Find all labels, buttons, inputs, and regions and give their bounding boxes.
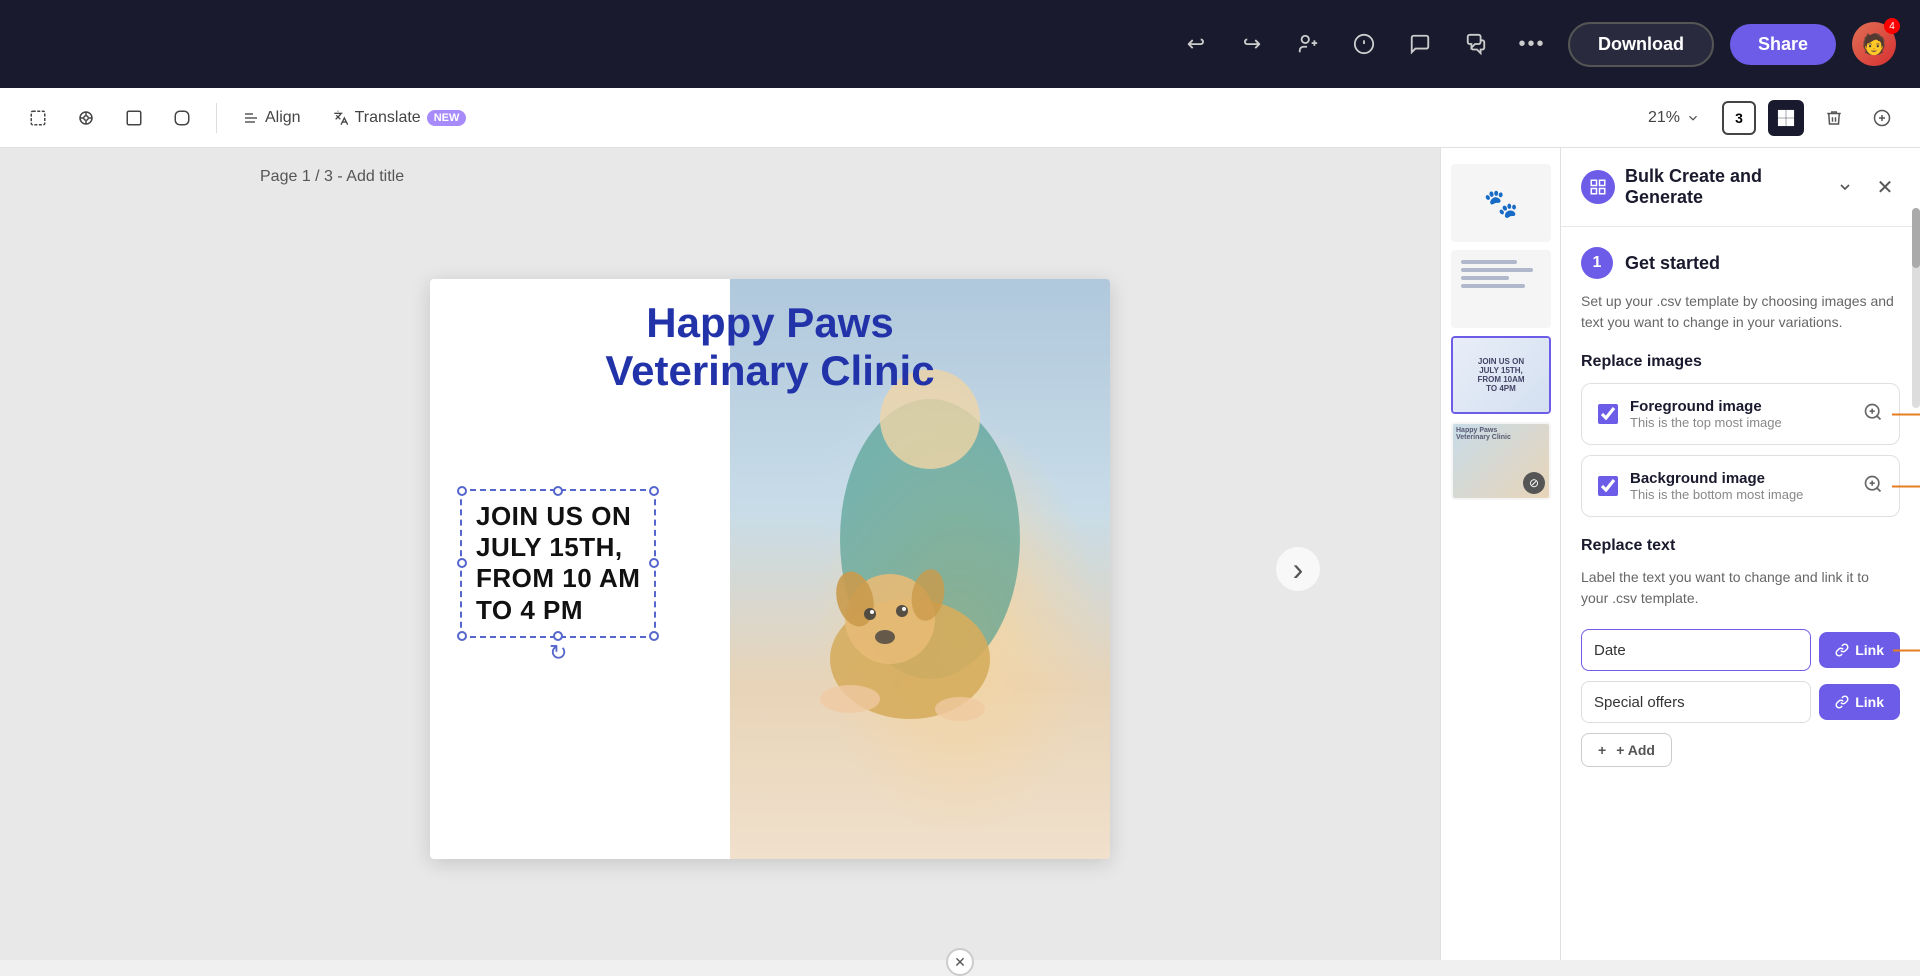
step-header: 1 Get started	[1581, 247, 1900, 279]
background-info: Background image This is the bottom most…	[1630, 470, 1851, 502]
align-button[interactable]: Align	[233, 103, 311, 133]
thumbnails-panel: 🐾 JOIN US ONJULY 15TH,FROM 10AMTO 4PM Ha…	[1440, 148, 1560, 960]
step-title: Get started	[1625, 253, 1720, 274]
thumbnail-4[interactable]: Happy PawsVeterinary Clinic ⊘	[1451, 422, 1551, 500]
scrollbar[interactable]	[1912, 208, 1920, 408]
background-image-option: Background image This is the bottom most…	[1581, 455, 1900, 517]
handle-bl[interactable]	[457, 631, 467, 641]
thumb-lines-content	[1453, 252, 1549, 300]
more-button[interactable]: •••	[1512, 24, 1552, 64]
handle-tr[interactable]	[649, 486, 659, 496]
delete-button[interactable]	[1816, 100, 1852, 136]
date-input-row: Link C	[1581, 629, 1900, 671]
layout-tool-active[interactable]	[1768, 100, 1804, 136]
step-number: 1	[1581, 247, 1613, 279]
select-tool[interactable]	[20, 100, 56, 136]
thumb-overlay-icon: ⊘	[1523, 472, 1545, 494]
thumbnail-1[interactable]: 🐾	[1451, 164, 1551, 242]
add-button[interactable]	[1864, 100, 1900, 136]
notification-badge: 4	[1884, 18, 1900, 34]
thumb-preview-content: JOIN US ONJULY 15TH,FROM 10AMTO 4PM	[1453, 338, 1549, 412]
avatar[interactable]: 🧑 4	[1852, 22, 1896, 66]
background-title: Background image	[1630, 470, 1851, 487]
zoom-control[interactable]: 21%	[1638, 103, 1710, 133]
handle-tm[interactable]	[553, 486, 563, 496]
handle-tl[interactable]	[457, 486, 467, 496]
panel-body: 1 Get started Set up your .csv template …	[1561, 227, 1920, 960]
add-field-row: + + Add	[1581, 733, 1900, 767]
redo-button[interactable]: ↪	[1232, 24, 1272, 64]
background-subtitle: This is the bottom most image	[1630, 487, 1851, 502]
download-button[interactable]: Download	[1568, 22, 1714, 67]
canvas-content: Happy Paws Veterinary Clinic JOIN US O	[200, 198, 1340, 940]
add-collaborator-button[interactable]	[1288, 24, 1328, 64]
next-arrow[interactable]: ›	[1276, 547, 1320, 591]
step-description: Set up your .csv template by choosing im…	[1581, 291, 1900, 333]
panel-collapse-button[interactable]	[1830, 172, 1860, 202]
thumb-paws-icon: 🐾	[1453, 166, 1549, 240]
tips-button[interactable]	[1344, 24, 1384, 64]
canvas-area: Page 1 / 3 - Add title	[0, 148, 1440, 960]
toolbar: Align Translate NEW 21% 3	[0, 88, 1920, 148]
foreground-title: Foreground image	[1630, 398, 1851, 415]
page-indicator: 3	[1722, 101, 1756, 135]
foreground-image-option: Foreground image This is the top most im…	[1581, 383, 1900, 445]
add-icon: +	[1598, 742, 1606, 758]
add-field-button[interactable]: + + Add	[1581, 733, 1672, 767]
replace-text-label: Replace text	[1581, 537, 1900, 555]
handle-ml[interactable]	[457, 558, 467, 568]
scrollbar-thumb[interactable]	[1912, 208, 1920, 268]
special-offers-text-field[interactable]	[1581, 681, 1811, 723]
special-offers-link-button[interactable]: Link	[1819, 684, 1900, 720]
foreground-checkbox[interactable]	[1598, 404, 1618, 424]
panel-icon	[1581, 170, 1615, 204]
foreground-search-icon[interactable]	[1863, 402, 1883, 427]
replace-images-label: Replace images	[1581, 353, 1900, 371]
rect-tool[interactable]	[116, 100, 152, 136]
date-link-button[interactable]: Link	[1819, 632, 1900, 668]
grid-tool[interactable]	[68, 100, 104, 136]
right-panel: Bulk Create and Generate ✕ 1 Get started…	[1560, 148, 1920, 960]
special-offers-input-row: Link	[1581, 681, 1900, 723]
new-badge: NEW	[427, 110, 467, 126]
panel-title: Bulk Create and Generate	[1625, 166, 1820, 208]
foreground-info: Foreground image This is the top most im…	[1630, 398, 1851, 430]
slide-card[interactable]: Happy Paws Veterinary Clinic JOIN US O	[430, 279, 1110, 859]
panel-header: Bulk Create and Generate ✕	[1561, 148, 1920, 227]
rounded-rect-tool[interactable]	[164, 100, 200, 136]
top-header: ↩ ↪ ••• Download Share 🧑 4	[0, 0, 1920, 88]
translate-button[interactable]: Translate NEW	[323, 103, 477, 133]
share-button[interactable]: Share	[1730, 24, 1836, 65]
foreground-subtitle: This is the top most image	[1630, 415, 1851, 430]
handle-br[interactable]	[649, 631, 659, 641]
thumbnail-2[interactable]	[1451, 250, 1551, 328]
replace-text-section: Replace text Label the text you want to …	[1581, 537, 1900, 767]
chat-button[interactable]	[1456, 24, 1496, 64]
thumbnail-3[interactable]: JOIN US ONJULY 15TH,FROM 10AMTO 4PM	[1451, 336, 1551, 414]
page-label: Page 1 / 3 - Add title	[260, 168, 404, 186]
undo-button[interactable]: ↩	[1176, 24, 1216, 64]
main-layout: Page 1 / 3 - Add title	[0, 148, 1920, 960]
background-checkbox[interactable]	[1598, 476, 1618, 496]
replace-text-desc: Label the text you want to change and li…	[1581, 567, 1900, 609]
rotate-handle[interactable]: ↻	[549, 640, 567, 666]
panel-close-button[interactable]: ✕	[1870, 172, 1900, 202]
comment-button[interactable]	[1400, 24, 1440, 64]
slide-title: Happy Paws Veterinary Clinic	[430, 299, 1110, 396]
slide-event-text: JOIN US ON JULY 15TH, FROM 10 AM TO 4 PM	[476, 501, 640, 626]
background-search-icon[interactable]	[1863, 474, 1883, 499]
divider-1	[216, 103, 217, 133]
slide-text-box[interactable]: JOIN US ON JULY 15TH, FROM 10 AM TO 4 PM…	[460, 489, 656, 638]
date-text-field[interactable]	[1581, 629, 1811, 671]
handle-mr[interactable]	[649, 558, 659, 568]
